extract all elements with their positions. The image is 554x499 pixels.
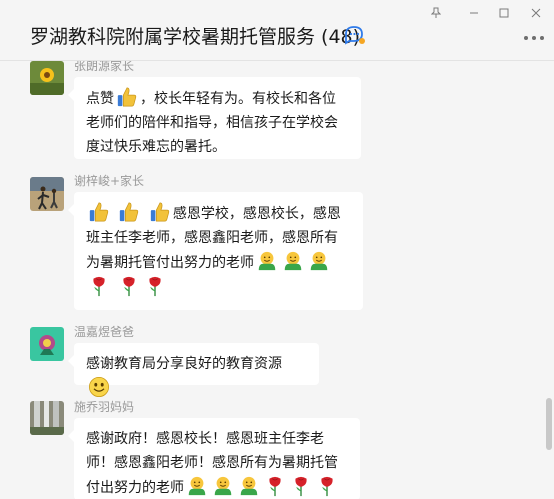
rose-icon xyxy=(290,475,312,497)
rose-icon xyxy=(144,275,166,297)
maximize-icon[interactable] xyxy=(494,4,514,22)
hug-emoji-icon xyxy=(238,475,260,497)
rose-icon xyxy=(118,275,140,297)
sender-name: 谢梓峻+家长 xyxy=(74,174,145,188)
rose-icon xyxy=(88,275,110,297)
avatar[interactable] xyxy=(30,327,64,361)
hug-emoji-icon xyxy=(282,250,304,272)
more-icon[interactable] xyxy=(524,30,544,46)
sender-name: 施乔羽妈妈 xyxy=(74,400,135,414)
thumbs-up-icon xyxy=(88,201,110,223)
close-icon[interactable] xyxy=(526,4,546,22)
thumbs-up-icon xyxy=(118,201,140,223)
sender-name: 张朗源家长 xyxy=(74,61,135,73)
rose-icon xyxy=(264,475,286,497)
chat-title[interactable]: 罗湖教科院附属学校暑期托管服务 (48) xyxy=(30,22,360,49)
group-chat-icon[interactable] xyxy=(344,25,366,45)
scrollbar[interactable] xyxy=(546,398,552,450)
hug-emoji-icon xyxy=(308,250,330,272)
message-text: 点赞 xyxy=(86,91,114,107)
hug-emoji-icon xyxy=(186,475,208,497)
chat-header: 罗湖教科院附属学校暑期托管服务 (48) xyxy=(0,0,554,61)
sender-name: 温嘉煜爸爸 xyxy=(74,325,135,339)
message-body: 感恩学校，感恩校长，感恩班主任李老师，感恩鑫阳老师，感恩所有为暑期托管付出努力的… xyxy=(86,201,351,300)
message-bubble[interactable]: 点赞 ，校长年轻有为。有校长和各位老师们的陪伴和指导，相信孩子在学校会度过快乐难忘… xyxy=(68,77,361,159)
message-bubble[interactable]: 感谢政府！感恩校长！感恩班主任李老师！感恩鑫阳老师！感恩所有为暑期托管付出努力的… xyxy=(68,418,360,499)
hug-emoji-icon xyxy=(256,250,278,272)
avatar[interactable] xyxy=(30,401,64,435)
avatar[interactable] xyxy=(30,177,64,211)
thumbs-up-icon xyxy=(116,86,138,108)
pin-icon[interactable] xyxy=(426,4,446,22)
message-list[interactable]: 张朗源家长 点赞 ，校长年轻有为。有校长和各位老师们的陪伴和指导，相信孩子在学校会… xyxy=(0,61,554,499)
hug-emoji-icon xyxy=(212,475,234,497)
smile-emoji-icon xyxy=(88,376,110,398)
avatar[interactable] xyxy=(30,61,64,95)
thumbs-up-icon xyxy=(149,201,171,223)
message-text: 感谢教育局分享良好的教育资源 xyxy=(86,356,282,372)
rose-icon xyxy=(316,475,338,497)
message-bubble[interactable]: 感恩学校，感恩校长，感恩班主任李老师，感恩鑫阳老师，感恩所有为暑期托管付出努力的… xyxy=(68,192,363,310)
minimize-icon[interactable] xyxy=(464,4,484,22)
message-bubble[interactable]: 感谢教育局分享良好的教育资源 xyxy=(68,343,319,385)
